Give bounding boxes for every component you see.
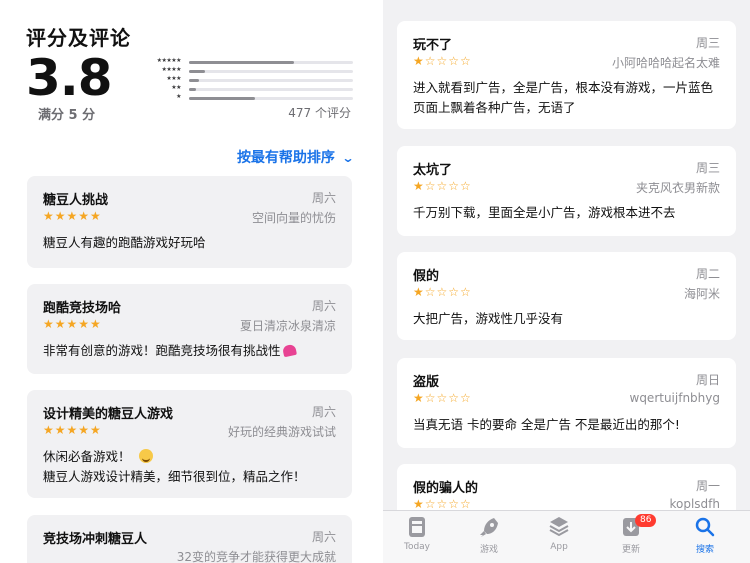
review-author: 小阿哈哈哈起名太难 xyxy=(611,56,720,70)
grin-emoji-icon xyxy=(138,449,153,463)
review-date: 周一 xyxy=(695,479,720,493)
review-date: 周六 xyxy=(311,191,336,205)
review-stars: ★☆☆☆☆ xyxy=(413,179,472,193)
review-card[interactable]: 玩不了 周三 ★☆☆☆☆ 小阿哈哈哈起名太难 进入就看到广告，全是广告，根本没有… xyxy=(397,21,736,129)
sort-label: 按最有帮助排序 xyxy=(236,150,335,166)
review-date: 周三 xyxy=(695,161,720,175)
updates-badge: 86 xyxy=(635,514,657,527)
histogram-bar xyxy=(189,61,294,64)
today-icon xyxy=(409,517,425,537)
review-title: 设计精美的糖豆人游戏 xyxy=(43,407,174,422)
review-body-line: 糖豆人游戏设计精美，细节很到位，精品之作！ xyxy=(43,469,306,484)
review-title: 糖豆人挑战 xyxy=(43,193,109,208)
review-card[interactable]: 盗版 周日 ★☆☆☆☆ wqertuijfnbhyg 当真无语 卡的要命 全是广… xyxy=(397,358,736,448)
tab-label: Today xyxy=(403,542,431,552)
tab-label: 搜索 xyxy=(695,545,714,555)
sort-button[interactable]: 按最有帮助排序 ⌄ xyxy=(236,147,355,167)
out-of-label: 满分 5 分 xyxy=(38,108,96,123)
review-title: 跑酷竞技场哈 xyxy=(43,301,122,316)
review-stars: ★★★★★ xyxy=(43,423,102,437)
review-title: 竞技场冲刺糖豆人 xyxy=(43,532,148,547)
panel-divider xyxy=(365,0,383,563)
review-stars: ★☆☆☆☆ xyxy=(413,497,472,511)
review-body-container: 休闲必备游戏！ 糖豆人游戏设计精美，细节很到位，精品之作！ xyxy=(43,447,336,487)
tab-label: 游戏 xyxy=(479,545,498,555)
review-title: 玩不了 xyxy=(413,38,453,53)
review-author: wqertuijfnbhyg xyxy=(629,391,721,405)
histogram-bar xyxy=(189,70,206,73)
review-author: 海阿米 xyxy=(683,287,720,301)
review-date: 周日 xyxy=(695,373,720,387)
review-author: 夏日清凉冰泉清凉 xyxy=(239,319,336,333)
review-title: 假的 xyxy=(413,269,440,284)
review-author: 好玩的经典游戏试试 xyxy=(227,425,336,439)
tab-today[interactable]: Today xyxy=(387,515,447,552)
chevron-down-icon: ⌄ xyxy=(341,151,355,165)
review-date: 周六 xyxy=(311,530,336,544)
rating-count: 477 个评分 xyxy=(288,106,351,120)
review-card[interactable]: 假的 周二 ★☆☆☆☆ 海阿米 大把广告，游戏性几乎没有 xyxy=(397,252,736,340)
tab-updates[interactable]: 86 更新 xyxy=(601,514,661,555)
average-score: 3.8 xyxy=(26,49,113,107)
histogram-bar xyxy=(189,97,255,100)
tab-label: 更新 xyxy=(621,545,640,555)
heart-emoji-icon xyxy=(281,343,297,358)
review-card[interactable]: 糖豆人挑战 周六 ★★★★★ 空间向量的忧伤 糖豆人有趣的跑酷游戏好玩哈 xyxy=(27,176,352,268)
review-body: 当真无语 卡的要命 全是广告 不是最近出的那个! xyxy=(413,417,680,432)
tab-apps[interactable]: App xyxy=(529,515,589,552)
review-body-container: 非常有创意的游戏！跑酷竞技场很有挑战性 xyxy=(43,341,336,361)
review-body-line: 休闲必备游戏！ xyxy=(43,449,131,464)
review-date: 周六 xyxy=(311,299,336,313)
review-date: 周二 xyxy=(695,267,720,281)
search-icon xyxy=(695,517,715,537)
review-author: 32变的竞争才能获得更大成就 xyxy=(176,550,336,563)
rating-histogram: ★★★★★ ★★★★ ★★★ ★★ ★ xyxy=(143,57,353,103)
review-stars: ★☆☆☆☆ xyxy=(413,54,472,68)
review-stars: ★★★★★ xyxy=(43,209,102,223)
tab-search[interactable]: 搜索 xyxy=(675,515,735,555)
review-title: 盗版 xyxy=(413,375,440,390)
app-stack-icon xyxy=(549,517,569,537)
tab-bar: Today 游戏 App 86 更新 搜索 xyxy=(383,510,750,563)
ratings-panel: 评分及评论 3.8 满分 5 分 ★★★★★ ★★★★ ★★★ ★★ ★ 477… xyxy=(0,0,365,563)
review-date: 周六 xyxy=(311,405,336,419)
review-author: koplsdfh xyxy=(669,497,720,511)
review-body: 进入就看到广告，全是广告，根本没有游戏，一片蓝色页面上飘着各种广告，无语了 xyxy=(413,80,714,115)
tab-label: App xyxy=(550,542,568,552)
histogram-row-2: ★★ xyxy=(143,84,353,93)
histogram-stars: ★ xyxy=(176,93,181,100)
review-body: 大把广告，游戏性几乎没有 xyxy=(413,311,564,326)
reviews-panel: 玩不了 周三 ★☆☆☆☆ 小阿哈哈哈起名太难 进入就看到广告，全是广告，根本没有… xyxy=(383,0,750,563)
review-author: 空间向量的忧伤 xyxy=(251,211,336,225)
review-card[interactable]: 太坑了 周三 ★☆☆☆☆ 夹克风衣男新款 千万别下载，里面全是小广告，游戏根本进… xyxy=(397,146,736,236)
review-body: 千万别下载，里面全是小广告，游戏根本进不去 xyxy=(413,205,676,220)
review-stars: ★☆☆☆☆ xyxy=(413,285,472,299)
histogram-bar xyxy=(189,88,196,91)
review-card[interactable]: 设计精美的糖豆人游戏 周六 ★★★★★ 好玩的经典游戏试试 休闲必备游戏！ 糖豆… xyxy=(27,390,352,498)
tab-games[interactable]: 游戏 xyxy=(459,515,519,555)
review-stars: ★☆☆☆☆ xyxy=(413,391,472,405)
histogram-bar xyxy=(189,79,199,82)
review-date: 周三 xyxy=(695,36,720,50)
review-stars: ★★★★★ xyxy=(43,317,102,331)
review-title: 太坑了 xyxy=(413,163,453,178)
rocket-icon xyxy=(480,518,498,537)
review-author: 夹克风衣男新款 xyxy=(635,181,720,195)
review-body: 非常有创意的游戏！跑酷竞技场很有挑战性 xyxy=(43,343,281,358)
review-body: 糖豆人有趣的跑酷游戏好玩哈 xyxy=(43,235,206,250)
review-card[interactable]: 竞技场冲刺糖豆人 周六 32变的竞争才能获得更大成就 xyxy=(27,515,352,563)
ratings-title: 评分及评论 xyxy=(26,26,131,50)
review-title: 假的骗人的 xyxy=(413,481,479,496)
review-card[interactable]: 跑酷竞技场哈 周六 ★★★★★ 夏日清凉冰泉清凉 非常有创意的游戏！跑酷竞技场很… xyxy=(27,284,352,374)
histogram-row-1: ★ xyxy=(143,93,353,102)
